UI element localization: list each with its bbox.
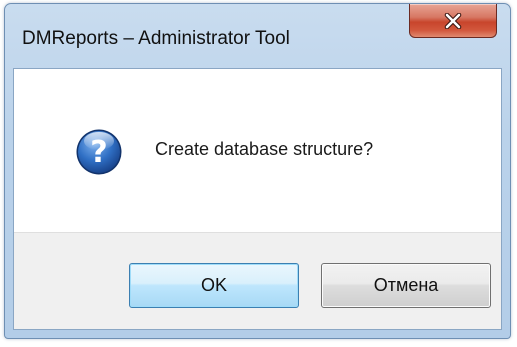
svg-text:?: ? [90, 135, 107, 170]
close-button[interactable] [409, 4, 497, 38]
ok-button[interactable]: OK [129, 263, 299, 308]
close-icon [444, 12, 462, 29]
dialog-content: ? Create database structure? OK Отмена [13, 68, 502, 330]
cancel-button[interactable]: Отмена [321, 263, 491, 308]
message-area: ? Create database structure? [14, 69, 501, 232]
title-bar[interactable]: DMReports – Administrator Tool [5, 4, 510, 68]
window-title: DMReports – Administrator Tool [22, 28, 290, 49]
dialog-window: DMReports – Administrator Tool ? Create … [4, 3, 511, 339]
button-bar: OK Отмена [14, 232, 501, 329]
question-icon: ? [76, 129, 122, 175]
message-text: Create database structure? [155, 139, 374, 159]
